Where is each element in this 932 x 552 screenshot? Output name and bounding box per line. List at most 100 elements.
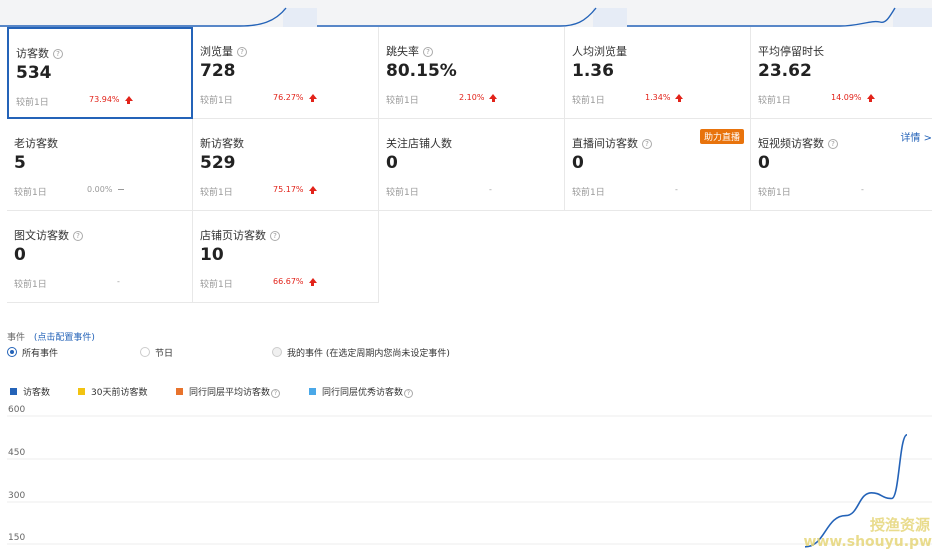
metric-card[interactable]: 平均停留时长 23.62 较前1日 14.09% [751, 27, 932, 119]
metric-label: 老访客数 [14, 137, 58, 150]
change-percent: 75.17% [273, 185, 317, 194]
radio-all-events[interactable]: 所有事件 [7, 346, 58, 359]
metric-card[interactable]: 图文访客数? 0 较前1日 - [7, 211, 193, 303]
arrow-up-icon [308, 94, 317, 102]
metric-value: 23.62 [758, 61, 812, 81]
watermark-text: 授渔资源 [869, 516, 930, 534]
legend-swatch [176, 388, 183, 395]
details-link[interactable]: 详情 > [900, 129, 932, 144]
change-percent: 66.67% [273, 277, 317, 286]
compare-label: 较前1日 [386, 188, 419, 198]
events-title: 事件 [7, 333, 26, 343]
change-percent: 2.10% [459, 93, 498, 102]
metric-label: 浏览量? [200, 43, 247, 59]
configure-events-link[interactable]: (点击配置事件) [34, 333, 95, 343]
help-icon[interactable]: ? [828, 139, 838, 149]
metric-value: 0 [758, 153, 770, 173]
metric-label: 直播间访客数? [572, 135, 652, 151]
arrow-up-icon [489, 94, 498, 102]
arrow-up-icon [124, 96, 133, 104]
metric-card[interactable]: 关注店铺人数 0 较前1日 - [379, 119, 565, 211]
compare-label: 较前1日 [14, 188, 47, 198]
compare-label: 较前1日 [572, 188, 605, 198]
change-percent: - [117, 277, 120, 286]
legend-peer-average[interactable]: 同行同层平均访客数? [176, 385, 281, 398]
visitors-line-chart: 600 450 300 150 [7, 405, 932, 548]
compare-label: 较前1日 [16, 98, 49, 108]
metric-card[interactable]: 人均浏览量 1.36 较前1日 1.34% [565, 27, 751, 119]
y-tick-label: 600 [8, 405, 25, 415]
metric-value: 1.36 [572, 61, 614, 81]
metric-label: 新访客数 [200, 137, 244, 150]
arrow-up-icon [308, 186, 317, 194]
metric-value: 534 [16, 63, 52, 83]
y-tick-label: 150 [8, 533, 25, 543]
change-percent: 1.34% [645, 93, 684, 102]
metric-value: 10 [200, 245, 224, 265]
compare-label: 较前1日 [200, 280, 233, 290]
metric-value: 728 [200, 61, 236, 81]
metric-value: 0 [386, 153, 398, 173]
legend-visitors[interactable]: 访客数 [10, 385, 50, 398]
metric-label: 关注店铺人数 [386, 137, 452, 150]
y-tick-label: 300 [8, 491, 25, 501]
metric-card[interactable]: 访客数? 534 较前1日 73.94% [7, 27, 193, 119]
radio-my-events[interactable]: 我的事件 (在选定周期内您尚未设定事件) [272, 346, 450, 359]
legend-swatch [78, 388, 85, 395]
change-percent: 14.09% [831, 93, 875, 102]
help-icon[interactable]: ? [271, 389, 281, 398]
metric-value: 529 [200, 153, 236, 173]
help-icon[interactable]: ? [404, 389, 414, 398]
legend-swatch [309, 388, 316, 395]
radio-holidays[interactable]: 节日 [140, 346, 173, 359]
metric-card[interactable]: 老访客数 5 较前1日 0.00% [7, 119, 193, 211]
events-header: 事件 (点击配置事件) [7, 330, 95, 343]
change-percent: 76.27% [273, 93, 317, 102]
radio-selected-icon [7, 347, 17, 357]
metric-card[interactable]: 直播间访客数? 0 较前1日 - 助力直播 [565, 119, 751, 211]
boost-live-badge[interactable]: 助力直播 [699, 129, 744, 144]
change-percent: 0.00% [87, 185, 125, 194]
compare-label: 较前1日 [200, 96, 233, 106]
radio-icon [140, 347, 150, 357]
help-icon[interactable]: ? [73, 231, 83, 241]
compare-label: 较前1日 [14, 280, 47, 290]
metric-card[interactable]: 浏览量? 728 较前1日 76.27% [193, 27, 379, 119]
legend-peer-excellent[interactable]: 同行同层优秀访客数? [309, 385, 414, 398]
metric-card[interactable]: 跳失率? 80.15% 较前1日 2.10% [379, 27, 565, 119]
metric-label: 短视频访客数? [758, 135, 838, 151]
metric-card[interactable]: 短视频访客数? 0 较前1日 - 详情 > [751, 119, 932, 211]
help-icon[interactable]: ? [642, 139, 652, 149]
metric-card[interactable]: 店铺页访客数? 10 较前1日 66.67% [193, 211, 379, 303]
metric-value: 0 [14, 245, 26, 265]
compare-label: 较前1日 [758, 96, 791, 106]
help-icon[interactable]: ? [270, 231, 280, 241]
metric-label: 访客数? [16, 45, 63, 61]
change-percent: - [861, 185, 864, 194]
metric-label: 人均浏览量 [572, 45, 627, 58]
arrow-up-icon [675, 94, 684, 102]
metric-label: 店铺页访客数? [200, 227, 280, 243]
change-percent: 73.94% [89, 95, 133, 104]
metric-label: 跳失率? [386, 43, 433, 59]
flat-dash-icon [118, 189, 125, 190]
metric-card[interactable]: 新访客数 529 较前1日 75.17% [193, 119, 379, 211]
metric-label: 平均停留时长 [758, 45, 824, 58]
change-percent: - [675, 185, 678, 194]
arrow-up-icon [866, 94, 875, 102]
legend-30d-ago[interactable]: 30天前访客数 [78, 385, 147, 398]
arrow-up-icon [308, 278, 317, 286]
compare-label: 较前1日 [386, 96, 419, 106]
help-icon[interactable]: ? [423, 47, 433, 57]
metric-value: 80.15% [386, 61, 457, 81]
watermark-url: www.shouyu.pw [803, 534, 932, 550]
compare-label: 较前1日 [758, 188, 791, 198]
help-icon[interactable]: ? [237, 47, 247, 57]
help-icon[interactable]: ? [53, 49, 63, 59]
y-tick-label: 450 [8, 448, 25, 458]
mini-trend-strip [0, 0, 932, 27]
legend-swatch [10, 388, 17, 395]
metric-value: 0 [572, 153, 584, 173]
metric-value: 5 [14, 153, 26, 173]
metric-label: 图文访客数? [14, 227, 83, 243]
